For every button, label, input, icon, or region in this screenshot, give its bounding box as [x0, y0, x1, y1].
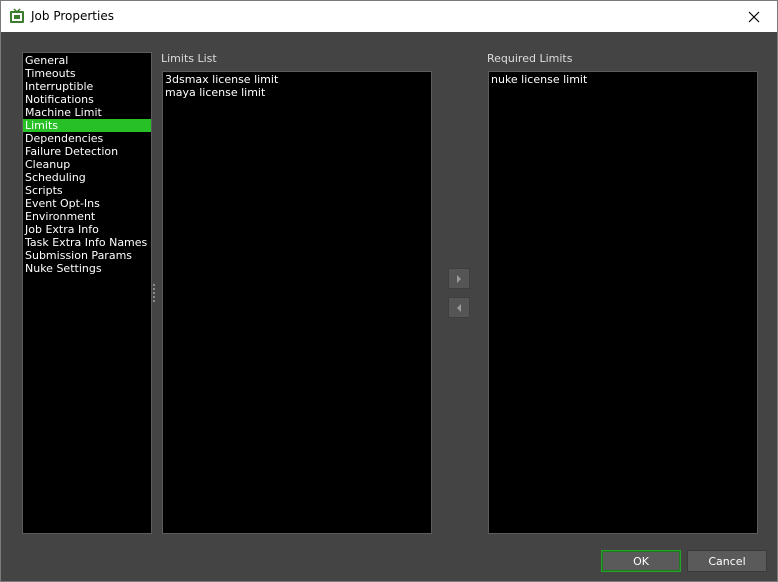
nav-item-timeouts[interactable]: Timeouts — [23, 67, 151, 80]
window-title: Job Properties — [31, 9, 114, 23]
cancel-button[interactable]: Cancel — [687, 550, 767, 572]
arrow-left-icon — [457, 303, 461, 312]
category-list[interactable]: General Timeouts Interruptible Notification… — [22, 52, 152, 534]
nav-item-event-opt-ins[interactable]: Event Opt-Ins — [23, 197, 151, 210]
nav-item-interruptible[interactable]: Interruptible — [23, 80, 151, 93]
add-limit-button[interactable] — [448, 268, 470, 289]
limits-list-item[interactable]: maya license limit — [165, 86, 429, 99]
nav-item-scripts[interactable]: Scripts — [23, 184, 151, 197]
nav-item-machine-limit[interactable]: Machine Limit — [23, 106, 151, 119]
nav-item-nuke-settings[interactable]: Nuke Settings — [23, 262, 151, 275]
dialog-body: General Timeouts Interruptible Notification… — [1, 32, 777, 581]
close-icon — [748, 11, 760, 22]
nav-item-limits[interactable]: Limits — [23, 119, 151, 132]
nav-item-job-extra-info[interactable]: Job Extra Info — [23, 223, 151, 236]
limits-list-label: Limits List — [161, 52, 217, 65]
required-limits-list[interactable]: nuke license limit — [488, 71, 758, 534]
nav-item-general[interactable]: General — [23, 54, 151, 67]
job-properties-dialog: Job Properties General Timeouts Interrupti… — [0, 0, 778, 582]
remove-limit-button[interactable] — [448, 297, 470, 318]
nav-item-task-extra-info-names[interactable]: Task Extra Info Names — [23, 236, 151, 249]
deadline-monitor-icon — [10, 8, 24, 23]
nav-item-dependencies[interactable]: Dependencies — [23, 132, 151, 145]
splitter-handle[interactable] — [153, 284, 156, 304]
nav-item-scheduling[interactable]: Scheduling — [23, 171, 151, 184]
limits-list[interactable]: 3dsmax license limit maya license limit — [162, 71, 432, 534]
required-limits-item[interactable]: nuke license limit — [491, 73, 755, 86]
limits-list-item[interactable]: 3dsmax license limit — [165, 73, 429, 86]
nav-item-failure-detection[interactable]: Failure Detection — [23, 145, 151, 158]
required-limits-label: Required Limits — [487, 52, 573, 65]
nav-item-submission-params[interactable]: Submission Params — [23, 249, 151, 262]
arrow-right-icon — [457, 274, 461, 283]
nav-item-cleanup[interactable]: Cleanup — [23, 158, 151, 171]
nav-item-environment[interactable]: Environment — [23, 210, 151, 223]
close-button[interactable] — [731, 1, 777, 32]
nav-item-notifications[interactable]: Notifications — [23, 93, 151, 106]
title-bar: Job Properties — [1, 1, 777, 32]
ok-button[interactable]: OK — [601, 550, 681, 572]
